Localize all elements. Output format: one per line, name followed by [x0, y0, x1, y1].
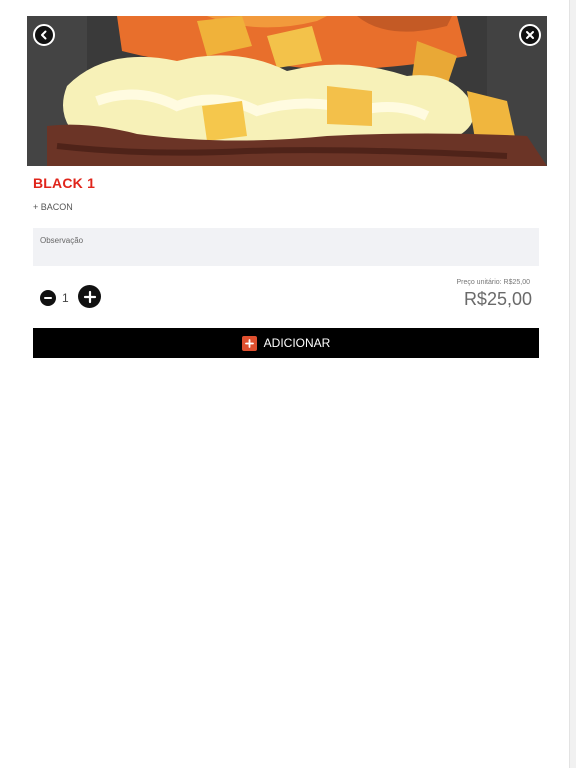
product-title: BLACK 1	[33, 175, 96, 191]
quantity-decrease-button[interactable]	[40, 290, 56, 306]
total-price: R$25,00	[463, 289, 532, 309]
minus-circle-icon	[44, 297, 52, 299]
quantity-value: 1	[62, 291, 69, 305]
back-button[interactable]	[33, 24, 55, 46]
add-to-cart-button[interactable]: ADICIONAR	[33, 328, 539, 358]
page-scrollbar[interactable]	[569, 0, 576, 768]
quantity-increase-button[interactable]	[78, 285, 101, 308]
product-extras: + BACON	[33, 202, 73, 212]
plus-circle-icon	[83, 290, 96, 303]
product-image	[27, 16, 547, 166]
add-button-label: ADICIONAR	[263, 336, 331, 350]
unit-price-label: Preço unitário: R$25,00	[456, 279, 530, 286]
back-arrow-icon	[41, 30, 47, 40]
close-icon	[526, 31, 534, 39]
observation-field[interactable]	[33, 228, 539, 266]
close-button[interactable]	[519, 24, 541, 46]
plus-square-icon	[241, 335, 257, 351]
